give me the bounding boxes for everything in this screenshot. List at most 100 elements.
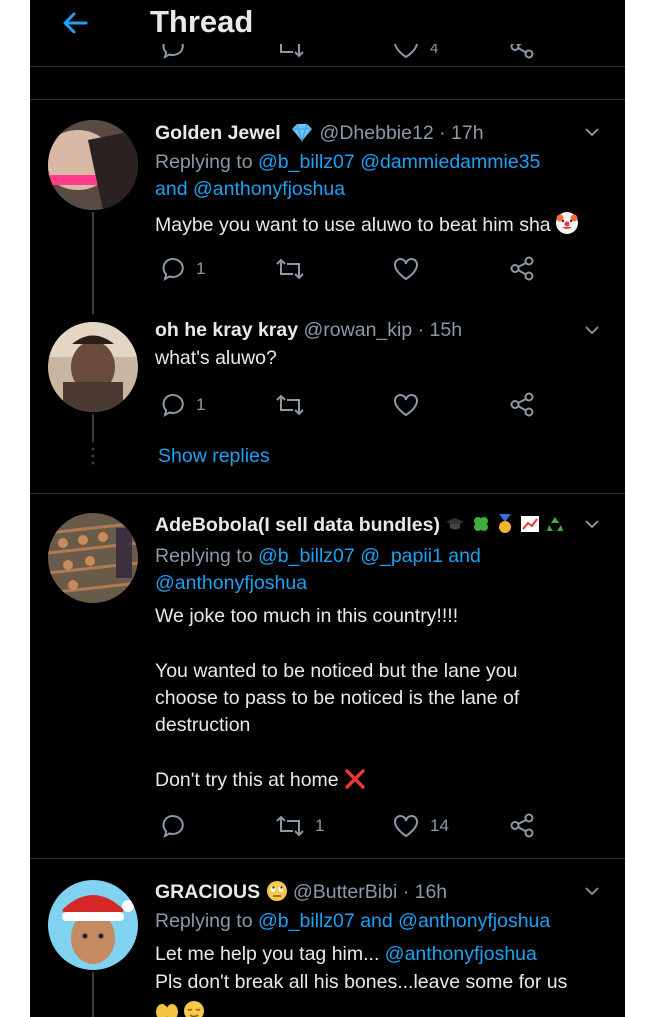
like-button[interactable] [392,254,420,284]
like-button[interactable]: 14 [392,811,449,841]
divider [30,99,625,100]
reply-icon [162,815,184,839]
avatar[interactable] [48,322,138,412]
back-arrow-icon[interactable] [60,8,92,38]
retweet-icon[interactable] [275,44,305,60]
tweet-text-line: destruction [155,714,251,736]
thread-connector [92,212,94,314]
chart-emoji-icon [520,516,539,532]
share-icon [510,813,534,838]
mention-link[interactable]: @anthonyfjoshua [193,178,345,200]
mention-and: and [448,545,481,567]
reply-button[interactable]: 1 [160,390,205,420]
replying-to-label: Replying to [155,151,253,173]
divider [30,858,625,859]
mention-link[interactable]: @anthonyfjoshua [155,572,307,594]
mention-and: and [360,910,393,932]
thread-connector [92,972,94,1017]
clover-emoji-icon [473,517,488,531]
avatar[interactable] [48,880,138,970]
retweet-icon [276,815,304,837]
retweet-button[interactable]: 1 [275,811,324,841]
open-hands-emoji-icon [156,1004,178,1017]
mention-link[interactable]: @anthonyfjoshua [398,910,550,932]
graduation-cap-emoji-icon [446,518,465,530]
reply-button[interactable]: 1 [160,254,205,284]
like-count: 14 [430,816,449,835]
thread-connector [92,414,94,442]
reply-count: 1 [196,259,206,278]
reply-context: Replying to @b_billz07 and @anthonyfjosh… [155,910,550,933]
author-name[interactable]: oh he kray kray [155,319,298,341]
previous-tweet-actions: 4 [30,44,625,66]
replying-to-label: Replying to [155,910,253,932]
share-button[interactable] [508,390,536,420]
author-name[interactable]: AdeBobola(I sell data bundles) [155,514,440,536]
timestamp: · 17h [439,122,484,144]
cross-mark-emoji-icon [345,769,365,789]
tweet-text-line: choose to pass to be noticed is the lane… [155,687,520,709]
name-emojis [445,514,565,536]
author-handle[interactable]: @ButterBibi [293,881,397,903]
tweet-text: Pls don't break all his bones...leave so… [155,971,568,993]
chevron-down-icon[interactable] [585,884,599,898]
reply-context: Replying to @b_billz07 @_papii1 and [155,545,481,568]
mention-and: and [155,178,188,200]
avatar[interactable] [48,513,138,603]
author-name[interactable]: GRACIOUS [155,881,260,903]
emoji-row [155,1000,205,1017]
relieved-face-emoji-icon [184,1001,205,1017]
recycle-emoji-icon [547,517,564,531]
retweet-button[interactable] [275,390,305,420]
mention-link[interactable]: @dammiedammie35 [360,151,540,173]
tweet-text: what's aluwo? [155,347,277,369]
reply-icon[interactable] [160,44,186,60]
reply-icon [162,394,184,418]
tweet-text-line: We joke too much in this country!!!! [155,605,459,627]
like-icon [394,394,418,417]
share-icon[interactable] [508,44,536,60]
retweet-icon [276,258,304,280]
share-button[interactable] [508,254,536,284]
retweet-button[interactable] [275,254,305,284]
rolling-eyes-emoji-icon [266,881,287,901]
replying-to-label: Replying to [155,545,253,567]
retweet-count: 1 [315,816,325,835]
like-icon[interactable] [392,44,420,60]
author-handle[interactable]: @Dhebbie12 [320,122,434,144]
more-replies-dots-icon [91,447,95,465]
tweet-text: Let me help you tag him... [155,943,380,965]
chevron-down-icon[interactable] [585,125,599,139]
timestamp: · 16h [402,881,448,903]
thread-screen: Thread 4 Golden Jewel @Dhebbie12 · 17h R… [30,0,625,1017]
like-button[interactable] [392,390,420,420]
reply-icon [162,258,184,282]
show-replies-link[interactable]: Show replies [158,445,270,468]
like-icon [394,258,418,281]
timestamp: · 15h [417,319,463,341]
diamond-emoji-icon [292,123,313,143]
chevron-down-icon[interactable] [585,517,599,531]
mention-link[interactable]: @b_billz07 [258,910,355,932]
reply-button[interactable] [160,811,186,841]
tweet-text: Maybe you want to use aluwo to beat him … [155,214,551,236]
mention-link[interactable]: @b_billz07 [258,151,355,173]
chevron-down-icon[interactable] [585,323,599,337]
mention-link[interactable]: @b_billz07 [258,545,355,567]
mention-link[interactable]: @_papii1 [360,545,443,567]
medal-emoji-icon [499,514,512,533]
reply-count: 1 [196,395,206,414]
tweet-text-line: You wanted to be noticed but the lane yo… [155,660,518,682]
reply-context: Replying to @b_billz07 @dammiedammie35 [155,151,540,174]
avatar[interactable] [48,120,138,210]
divider [30,66,625,67]
author-handle[interactable]: @rowan_kip [304,319,413,341]
mention-link[interactable]: @anthonyfjoshua [385,943,537,965]
author-name[interactable]: Golden Jewel [155,122,281,144]
tweet-text-line: Don't try this at home [155,769,339,791]
retweet-icon [276,394,304,416]
like-count: 4 [430,44,439,57]
share-button[interactable] [508,811,536,841]
share-icon [510,392,534,417]
divider [30,493,625,494]
